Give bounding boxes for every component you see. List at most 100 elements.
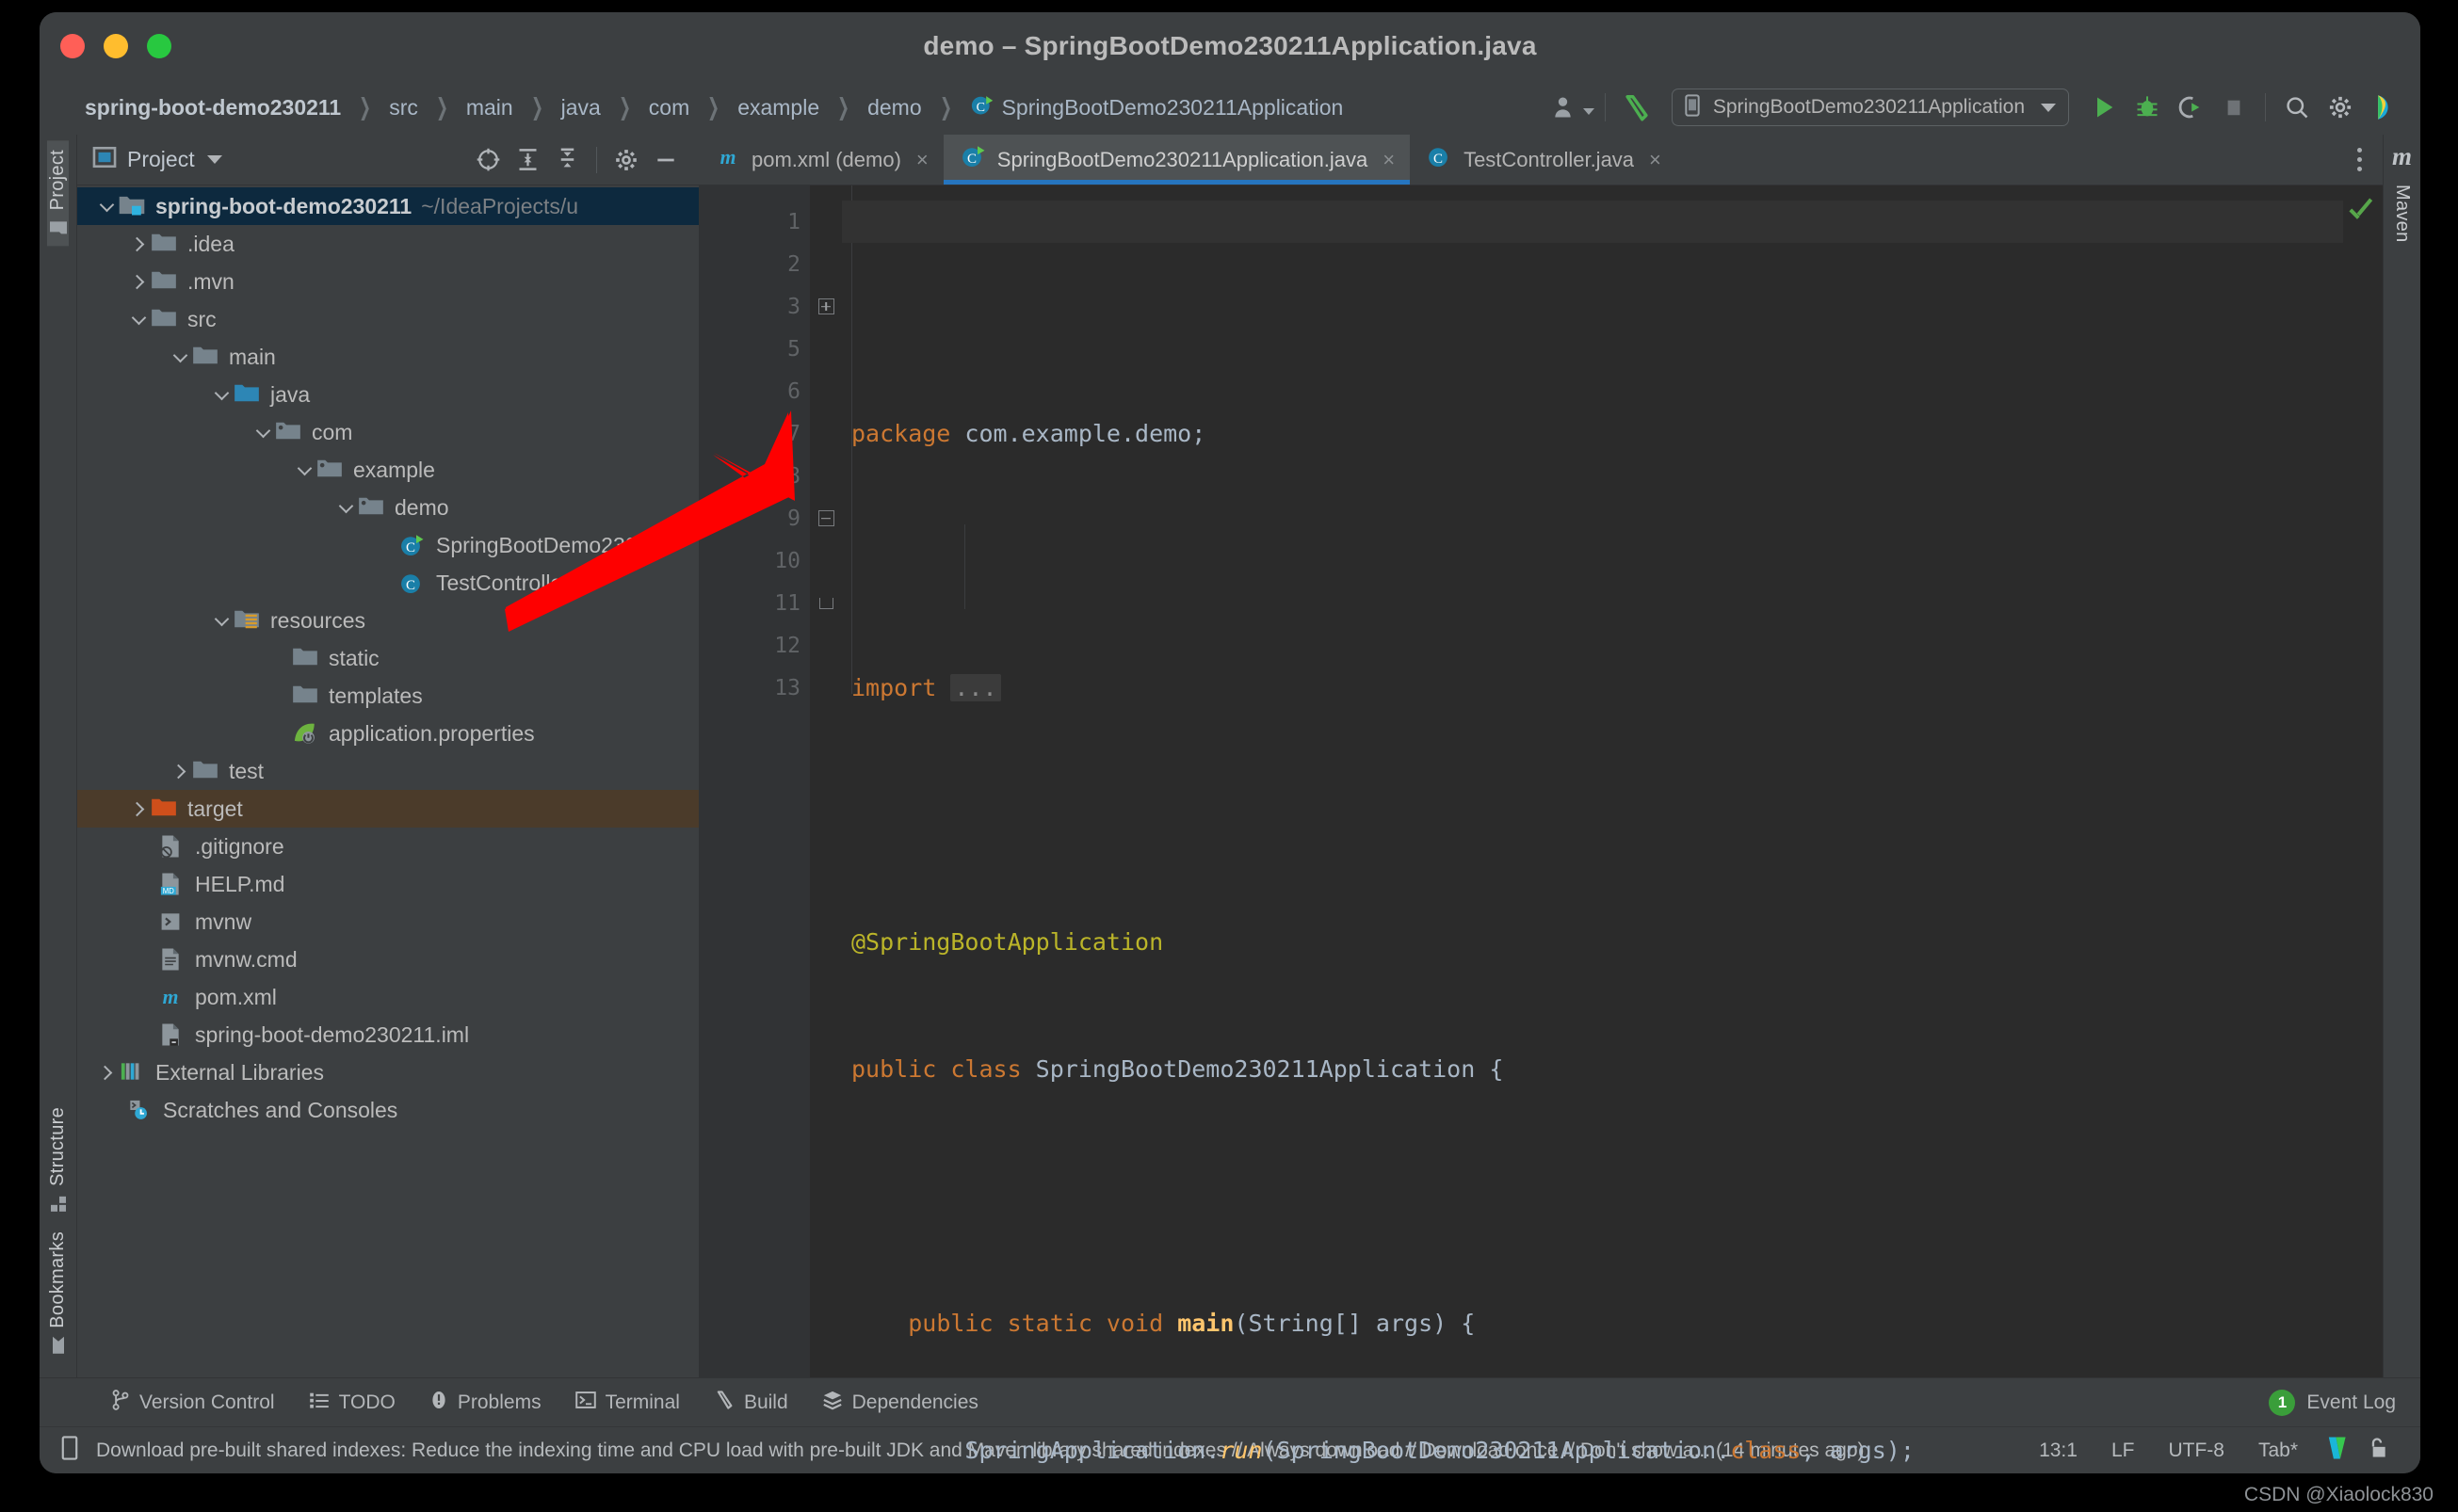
breadcrumb-item-example[interactable]: example: [734, 93, 823, 122]
close-icon[interactable]: ×: [1383, 148, 1395, 172]
breadcrumb-item-com[interactable]: com: [645, 93, 693, 122]
code-folding-column[interactable]: [810, 185, 842, 1377]
fold-row[interactable]: [810, 582, 842, 624]
expand-fold-icon[interactable]: [817, 298, 834, 314]
expand-toggle-icon[interactable]: [168, 759, 192, 783]
bottom-button-build[interactable]: Build: [697, 1378, 805, 1427]
run-with-coverage-icon[interactable]: [2169, 86, 2212, 129]
fold-row[interactable]: [810, 285, 842, 328]
tree-row-testcontroller-class[interactable]: C TestController: [77, 564, 699, 602]
editor-tab-testcontroller[interactable]: C TestController.java ×: [1410, 135, 1676, 185]
tree-row-test[interactable]: test: [77, 752, 699, 790]
bottom-button-todo[interactable]: TODO: [292, 1378, 412, 1427]
tool-window-button-structure[interactable]: Structure: [47, 1098, 69, 1222]
chevron-down-icon[interactable]: [206, 155, 222, 164]
settings-icon[interactable]: [2319, 86, 2362, 129]
tree-row-target[interactable]: target: [77, 790, 699, 828]
expand-toggle-icon[interactable]: [333, 495, 358, 520]
bottom-button-version-control[interactable]: Version Control: [94, 1378, 292, 1427]
tree-row-templates[interactable]: templates: [77, 677, 699, 715]
branch-icon: [111, 1389, 130, 1416]
run-configuration-selector[interactable]: SpringBootDemo230211Application: [1671, 88, 2069, 126]
expand-toggle-icon[interactable]: [94, 1060, 119, 1085]
tree-row-resources[interactable]: resources: [77, 602, 699, 639]
tree-row-demo[interactable]: demo: [77, 489, 699, 526]
tree-row-gitignore[interactable]: .gitignore: [77, 828, 699, 865]
expand-toggle-icon[interactable]: [209, 608, 234, 633]
hide-icon[interactable]: [646, 140, 686, 180]
tree-row-main[interactable]: main: [77, 338, 699, 376]
line-number-label: 7: [787, 421, 800, 446]
locate-icon[interactable]: [468, 140, 508, 180]
collapse-all-icon[interactable]: [547, 140, 587, 180]
tree-row-scratches[interactable]: Scratches and Consoles: [77, 1091, 699, 1129]
tree-row-mvnw[interactable]: mvnw: [77, 903, 699, 941]
tree-row-java[interactable]: java: [77, 376, 699, 413]
folder-icon: [192, 345, 220, 369]
expand-toggle-icon[interactable]: [126, 796, 151, 821]
bottom-button-label: Build: [743, 1391, 788, 1413]
editor-tab-springbootdemo-application[interactable]: C SpringBootDemo230211Application.java ×: [943, 135, 1411, 185]
tree-label: templates: [329, 683, 423, 708]
expand-all-icon[interactable]: [508, 140, 547, 180]
search-icon[interactable]: [2275, 86, 2319, 129]
tree-row-springbootdemo-class[interactable]: C SpringBootDemo2302: [77, 526, 699, 564]
editor-tab-options-icon[interactable]: [2336, 135, 2383, 185]
expand-toggle-icon[interactable]: [126, 307, 151, 331]
editor-gutter[interactable]: 1 2 3 5 6 7 8 9 10 11 12 13: [699, 185, 841, 1377]
collapse-fold-icon[interactable]: [817, 510, 834, 526]
tree-row-iml[interactable]: spring-boot-demo230211.iml: [77, 1016, 699, 1054]
expand-toggle-icon[interactable]: [251, 420, 275, 444]
notification-icon[interactable]: [58, 1436, 81, 1465]
watermark: CSDN @Xiaolock830: [2243, 1484, 2434, 1505]
tree-row-idea[interactable]: .idea: [77, 225, 699, 263]
expand-toggle-icon[interactable]: [126, 269, 151, 294]
debug-icon[interactable]: [2126, 86, 2169, 129]
code-editor[interactable]: 1 2 3 5 6 7 8 9 10 11 12 13 package com.…: [699, 185, 2383, 1464]
unlock-icon[interactable]: [2362, 1436, 2400, 1466]
expand-toggle-icon[interactable]: [209, 382, 234, 407]
tree-row-mvn[interactable]: .mvn: [77, 263, 699, 300]
breadcrumb-item-project[interactable]: spring-boot-demo230211: [81, 93, 345, 122]
tree-row-mvnw-cmd[interactable]: mvnw.cmd: [77, 941, 699, 978]
fold-row[interactable]: [810, 497, 842, 539]
tool-window-button-project[interactable]: Project: [47, 140, 69, 247]
bottom-button-problems[interactable]: Problems: [412, 1378, 558, 1427]
gear-icon[interactable]: [606, 140, 646, 180]
close-icon[interactable]: ×: [916, 148, 929, 172]
expand-toggle-icon[interactable]: [292, 458, 316, 482]
tree-row-src[interactable]: src: [77, 300, 699, 338]
fold-end-icon[interactable]: [818, 597, 833, 609]
expand-toggle-icon[interactable]: [168, 345, 192, 369]
expand-toggle-icon[interactable]: [94, 194, 119, 218]
tree-row-external-libraries[interactable]: External Libraries: [77, 1054, 699, 1091]
ide-assistant-icon[interactable]: [2362, 86, 2405, 129]
build-hammer-icon[interactable]: [1615, 86, 1658, 129]
project-tree[interactable]: spring-boot-demo230211 ~/IdeaProjects/u …: [77, 185, 699, 1377]
breadcrumb-item-main[interactable]: main: [462, 93, 517, 122]
breadcrumb-item-class[interactable]: C SpringBootDemo230211Application: [966, 91, 1348, 124]
run-icon[interactable]: [2082, 86, 2126, 129]
editor-tab-pom-xml[interactable]: m pom.xml (demo) ×: [699, 135, 944, 185]
folded-imports-placeholder[interactable]: ...: [950, 674, 1001, 701]
tree-row-application-properties[interactable]: application.properties: [77, 715, 699, 752]
tree-row-example[interactable]: example: [77, 451, 699, 489]
expand-toggle-icon[interactable]: [126, 232, 151, 256]
tree-row-help-md[interactable]: MD HELP.md: [77, 865, 699, 903]
tool-window-button-maven[interactable]: Maven: [2391, 175, 2413, 252]
inspection-widget[interactable]: [2343, 185, 2383, 1377]
bottom-button-terminal[interactable]: Terminal: [558, 1378, 697, 1427]
tree-row-pom-xml[interactable]: m pom.xml: [77, 978, 699, 1016]
breadcrumb-item-java[interactable]: java: [558, 93, 605, 122]
user-icon[interactable]: [1552, 86, 1595, 129]
breadcrumb-separator-icon: ❯: [530, 94, 543, 121]
breadcrumb-item-demo[interactable]: demo: [864, 93, 926, 122]
breadcrumb-item-src[interactable]: src: [385, 93, 422, 122]
tree-row-static[interactable]: static: [77, 639, 699, 677]
tree-row-project-root[interactable]: spring-boot-demo230211 ~/IdeaProjects/u: [77, 187, 699, 225]
tree-row-com[interactable]: com: [77, 413, 699, 451]
stop-icon[interactable]: [2212, 86, 2256, 129]
close-icon[interactable]: ×: [1649, 148, 1661, 172]
code-content[interactable]: package com.example.demo; import ... @Sp…: [842, 185, 2343, 1464]
tool-window-button-bookmarks[interactable]: Bookmarks: [47, 1222, 69, 1364]
